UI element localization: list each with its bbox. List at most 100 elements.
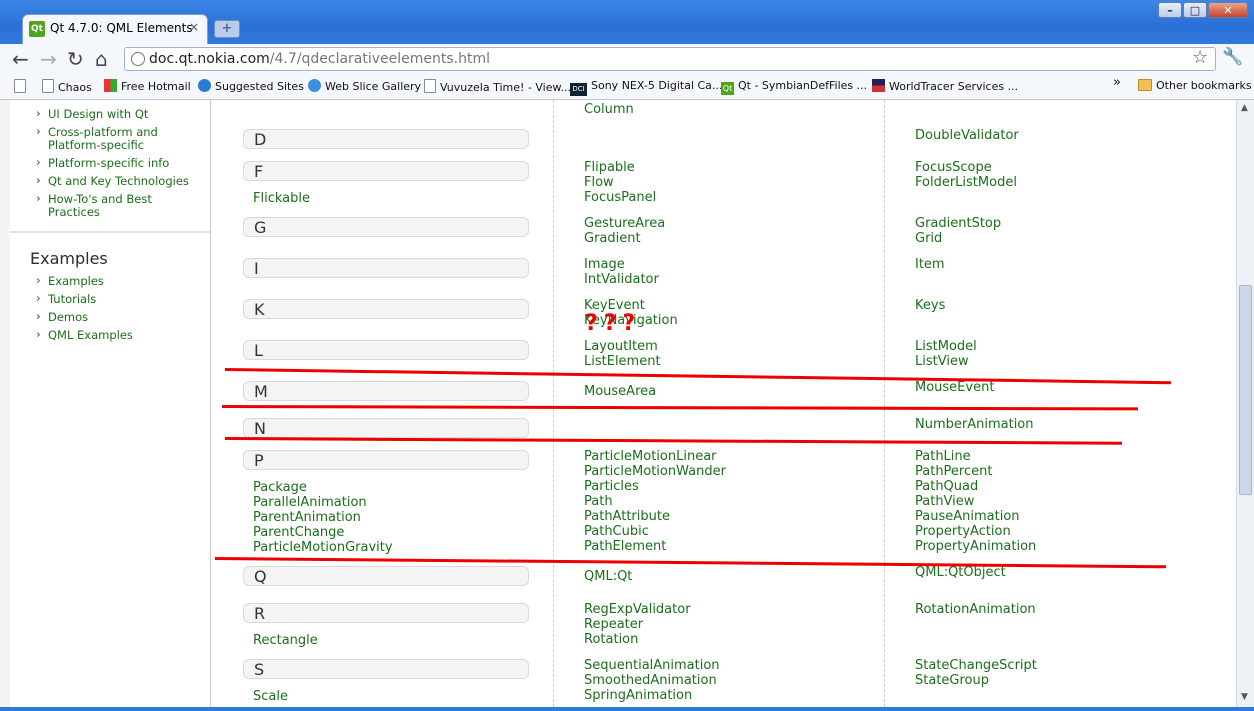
home-icon[interactable]: ⌂ bbox=[95, 48, 108, 70]
element-link[interactable]: Column bbox=[584, 102, 634, 117]
bookmarks-overflow-icon[interactable]: » bbox=[1113, 75, 1121, 90]
element-link[interactable]: Path bbox=[584, 494, 613, 509]
bookmark-web-slice-gallery[interactable]: Web Slice Gallery bbox=[308, 79, 421, 93]
element-link[interactable]: RotationAnimation bbox=[915, 602, 1036, 617]
sidebar-link-cross-platform[interactable]: Cross-platform andPlatform-specific bbox=[34, 125, 189, 152]
element-link[interactable]: SpringAnimation bbox=[584, 688, 692, 703]
element-link[interactable]: FocusScope bbox=[915, 160, 992, 175]
forward-icon[interactable]: → bbox=[40, 48, 57, 70]
element-link[interactable]: GestureArea bbox=[584, 216, 665, 231]
element-link[interactable]: Flipable bbox=[584, 160, 635, 175]
element-link[interactable]: MouseArea bbox=[584, 384, 656, 399]
element-link[interactable]: StateGroup bbox=[915, 673, 989, 688]
element-link[interactable]: MouseEvent bbox=[915, 380, 994, 395]
vertical-scrollbar[interactable]: ▲ ▼ bbox=[1236, 100, 1254, 707]
address-bar[interactable]: doc.qt.nokia.com/4.7/qdeclarativeelement… bbox=[124, 47, 1216, 71]
element-link[interactable]: Gradient bbox=[584, 231, 641, 246]
close-window-button[interactable]: ✕ bbox=[1208, 2, 1248, 18]
wrench-icon[interactable]: 🔧 bbox=[1222, 47, 1243, 67]
bookmark-chaos[interactable]: Chaos bbox=[42, 79, 92, 94]
element-link[interactable]: StateChangeScript bbox=[915, 658, 1037, 673]
element-link[interactable]: LayoutItem bbox=[584, 339, 658, 354]
element-link[interactable]: ParticleMotionWander bbox=[584, 464, 726, 479]
sidebar-link-demos[interactable]: Demos bbox=[34, 310, 133, 324]
bookmark-qt-symbian[interactable]: Qt Qt - SymbianDefFiles ... bbox=[721, 79, 867, 95]
tab-close-icon[interactable]: × bbox=[189, 20, 199, 34]
element-link[interactable]: FolderListModel bbox=[915, 175, 1017, 190]
element-link[interactable]: Flow bbox=[584, 175, 614, 190]
bookmark-label: Qt - SymbianDefFiles ... bbox=[738, 79, 868, 92]
bookmark-worldtracer[interactable]: WorldTracer Services ... bbox=[872, 79, 1018, 93]
element-link[interactable]: Flickable bbox=[253, 191, 310, 206]
element-link[interactable]: GradientStop bbox=[915, 216, 1001, 231]
element-link[interactable]: ListView bbox=[915, 354, 969, 369]
element-link[interactable]: DoubleValidator bbox=[915, 128, 1019, 143]
qt-icon: Qt bbox=[721, 82, 734, 95]
reload-icon[interactable]: ↻ bbox=[67, 48, 84, 70]
bookmark-free-hotmail[interactable]: Free Hotmail bbox=[104, 79, 191, 93]
element-link[interactable]: ListElement bbox=[584, 354, 661, 369]
minimize-button[interactable]: – bbox=[1158, 2, 1182, 18]
element-link[interactable]: ListModel bbox=[915, 339, 977, 354]
sidebar-link-tutorials[interactable]: Tutorials bbox=[34, 292, 133, 306]
folder-icon bbox=[1138, 79, 1152, 91]
element-link[interactable]: QML:Qt bbox=[584, 569, 632, 584]
title-bar: Qt Qt 4.7.0: QML Elements × + – □ ✕ bbox=[0, 0, 1254, 44]
element-link[interactable]: Scale bbox=[253, 689, 288, 704]
element-link[interactable]: PauseAnimation bbox=[915, 509, 1020, 524]
element-link[interactable]: ParallelAnimation bbox=[253, 495, 367, 510]
letter-header-m: M bbox=[243, 381, 529, 401]
sidebar-link-platform-info[interactable]: Platform-specific info bbox=[34, 156, 189, 170]
element-link[interactable]: PathView bbox=[915, 494, 974, 509]
sidebar-divider bbox=[10, 231, 210, 233]
element-link[interactable]: PathPercent bbox=[915, 464, 992, 479]
element-link[interactable]: Rectangle bbox=[253, 633, 318, 648]
bookmark-star-icon[interactable]: ☆ bbox=[1192, 47, 1208, 68]
element-link[interactable]: ParticleMotionLinear bbox=[584, 449, 717, 464]
element-link[interactable]: Keys bbox=[915, 298, 945, 313]
sidebar-link-qml-examples[interactable]: QML Examples bbox=[34, 328, 133, 342]
element-link[interactable]: SmoothedAnimation bbox=[584, 673, 717, 688]
other-bookmarks[interactable]: Other bookmarks bbox=[1138, 79, 1252, 92]
scroll-down-icon[interactable]: ▼ bbox=[1241, 692, 1248, 702]
element-link[interactable]: Item bbox=[915, 257, 945, 272]
bookmark-sony-nex5[interactable]: DCI Sony NEX-5 Digital Ca... bbox=[570, 79, 722, 96]
sidebar-link-examples[interactable]: Examples bbox=[34, 274, 133, 288]
element-link[interactable]: PropertyAction bbox=[915, 524, 1011, 539]
element-link[interactable]: ParentChange bbox=[253, 525, 344, 540]
element-link[interactable]: FocusPanel bbox=[584, 190, 656, 205]
bookmark-vuvuzela[interactable]: Vuvuzela Time! - View... bbox=[424, 79, 571, 94]
element-link[interactable]: PathCubic bbox=[584, 524, 649, 539]
element-link[interactable]: PathLine bbox=[915, 449, 971, 464]
element-link[interactable]: PropertyAnimation bbox=[915, 539, 1036, 554]
element-link[interactable]: ParentAnimation bbox=[253, 510, 361, 525]
scrollbar-thumb[interactable] bbox=[1239, 285, 1252, 495]
sidebar-link-ui-design[interactable]: UI Design with Qt bbox=[34, 107, 189, 121]
element-link[interactable]: SequentialAnimation bbox=[584, 658, 720, 673]
sidebar-link-how-tos[interactable]: How-To's and BestPractices bbox=[34, 192, 189, 219]
element-link[interactable]: QML:QtObject bbox=[915, 565, 1006, 580]
element-link[interactable]: Package bbox=[253, 480, 307, 495]
element-link[interactable]: Grid bbox=[915, 231, 942, 246]
element-link[interactable]: Image bbox=[584, 257, 625, 272]
back-icon[interactable]: ← bbox=[12, 48, 29, 70]
sidebar-link-key-technologies[interactable]: Qt and Key Technologies bbox=[34, 174, 189, 188]
element-link[interactable]: PathQuad bbox=[915, 479, 978, 494]
element-link[interactable]: Rotation bbox=[584, 632, 638, 647]
ie-icon bbox=[198, 79, 211, 92]
bookmark-suggested-sites[interactable]: Suggested Sites bbox=[198, 79, 304, 93]
element-link[interactable]: NumberAnimation bbox=[915, 417, 1034, 432]
scroll-up-icon[interactable]: ▲ bbox=[1241, 103, 1248, 113]
address-path: /4.7/qdeclarativeelements.html bbox=[269, 51, 491, 67]
element-link[interactable]: PathAttribute bbox=[584, 509, 670, 524]
new-tab-button[interactable]: + bbox=[214, 20, 240, 38]
element-link[interactable]: Repeater bbox=[584, 617, 643, 632]
element-link[interactable]: ParticleMotionGravity bbox=[253, 540, 393, 555]
element-link[interactable]: RegExpValidator bbox=[584, 602, 691, 617]
element-link[interactable]: IntValidator bbox=[584, 272, 659, 287]
bookmark-label: Sony NEX-5 Digital Ca... bbox=[591, 79, 723, 92]
element-link[interactable]: PathElement bbox=[584, 539, 666, 554]
maximize-button[interactable]: □ bbox=[1183, 2, 1207, 18]
element-link[interactable]: Particles bbox=[584, 479, 639, 494]
browser-tab[interactable]: Qt Qt 4.7.0: QML Elements × bbox=[22, 14, 208, 44]
